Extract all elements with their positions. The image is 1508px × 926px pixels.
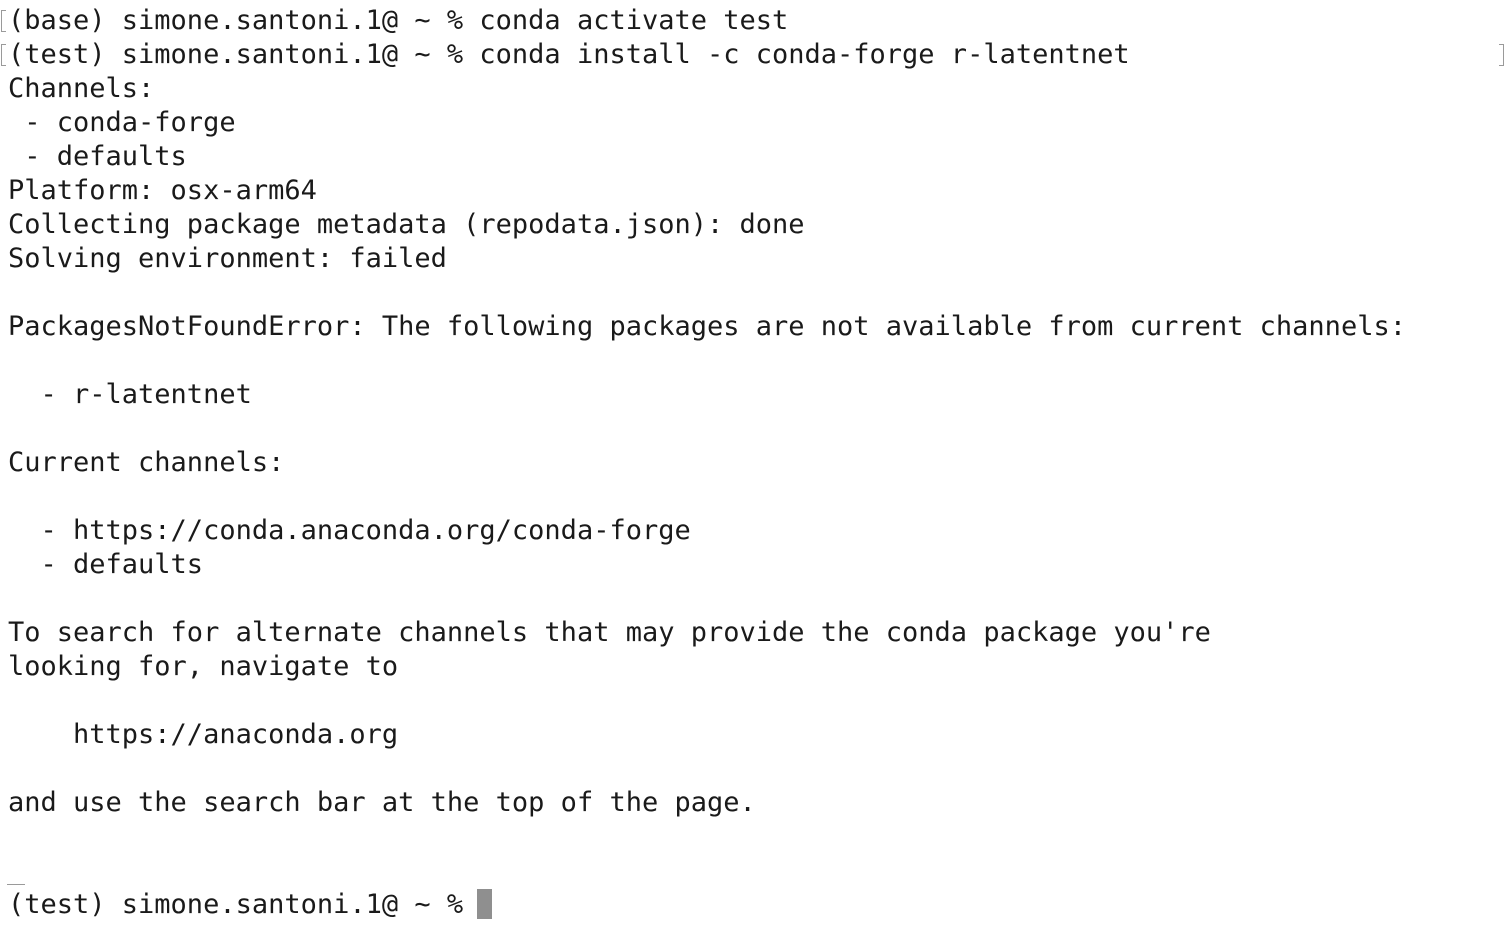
terminal-line: (base) simone.santoni.1@ ~ % conda activ…	[8, 5, 789, 36]
prompt-text: (test) simone.santoni.1@ ~ %	[8, 889, 464, 920]
terminal-line: - https://conda.anaconda.org/conda-forge	[8, 515, 691, 546]
terminal-line: Current channels:	[8, 447, 285, 478]
terminal-line: Platform: osx-arm64	[8, 175, 317, 206]
terminal-line: To search for alternate channels that ma…	[8, 617, 1211, 648]
terminal-line: and use the search bar at the top of the…	[8, 787, 756, 818]
terminal-line: (test) simone.santoni.1@ ~ % conda insta…	[8, 39, 1130, 70]
active-prompt[interactable]: (test) simone.santoni.1@ ~ %	[8, 888, 493, 922]
command-mark-tick	[7, 884, 25, 885]
terminal-line: Channels:	[8, 73, 155, 104]
terminal-line: - defaults	[8, 141, 187, 172]
text-cursor	[477, 888, 493, 919]
terminal-line: PackagesNotFoundError: The following pac…	[8, 311, 1406, 342]
terminal-line: Solving environment: failed	[8, 243, 447, 274]
terminal-window[interactable]: (base) simone.santoni.1@ ~ % conda activ…	[0, 0, 1508, 926]
terminal-output: (base) simone.santoni.1@ ~ % conda activ…	[8, 4, 1406, 820]
terminal-line: - defaults	[8, 549, 204, 580]
terminal-line: https://anaconda.org	[8, 719, 399, 750]
command-mark-right	[1499, 44, 1504, 66]
terminal-line: - r-latentnet	[8, 379, 252, 410]
terminal-line: looking for, navigate to	[8, 651, 399, 682]
terminal-line: - conda-forge	[8, 107, 236, 138]
terminal-line: Collecting package metadata (repodata.js…	[8, 209, 805, 240]
command-mark-left	[1, 10, 6, 32]
command-mark-left	[1, 44, 6, 66]
